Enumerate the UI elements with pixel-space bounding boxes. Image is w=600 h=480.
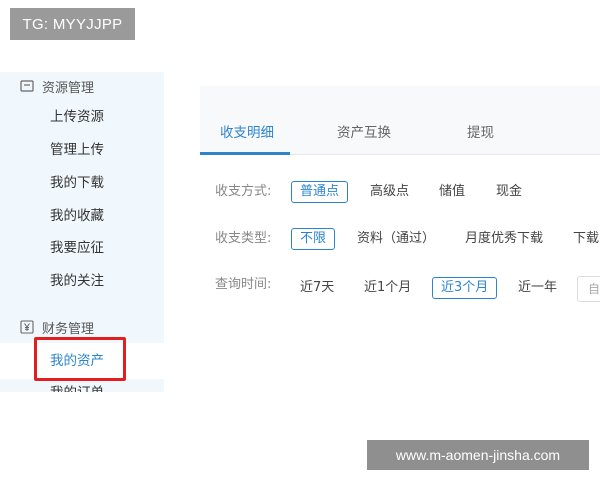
tab-asset-exchange[interactable]: 资产互换 [337, 123, 391, 143]
filter-time-1m[interactable]: 近1个月 [364, 277, 411, 299]
tab-bar: 收支明细 资产互换 提现 [200, 86, 600, 155]
tab-income-expense[interactable]: 收支明细 [220, 123, 274, 143]
filter-type-any[interactable]: 不限 [291, 228, 336, 250]
resource-icon [20, 79, 34, 93]
filter-mode-advanced[interactable]: 高级点 [370, 181, 409, 203]
filter-type-material[interactable]: 资料（通过） [357, 228, 435, 250]
tg-overlay-badge: TG: MYYJJPP [10, 8, 135, 40]
sidebar-item-manage-upload[interactable]: 管理上传 [50, 138, 104, 162]
filter-type-monthly[interactable]: 月度优秀下载 [465, 228, 543, 250]
sidebar-section-label: 财务管理 [42, 321, 95, 337]
filter-mode-normal[interactable]: 普通点 [291, 181, 349, 203]
main-content: 收支明细 资产互换 提现 收支方式: 普通点 高级点 储值 现金 收支类型: 不… [200, 86, 600, 356]
sidebar-section-resource[interactable]: 资源管理 [20, 74, 94, 98]
sidebar-item-favorites[interactable]: 我的收藏 [50, 204, 104, 228]
tab-withdraw[interactable]: 提现 [467, 123, 494, 143]
date-start-input[interactable]: 自 [577, 276, 600, 302]
filter-time-1y[interactable]: 近一年 [518, 277, 557, 299]
filter-mode-cash[interactable]: 现金 [496, 181, 522, 203]
filter-type-download[interactable]: 下载 [573, 228, 599, 250]
sidebar-item-downloads[interactable]: 我的下载 [50, 171, 104, 195]
watermark-url: www.m-aomen-jinsha.com [367, 440, 589, 470]
sidebar-item-following[interactable]: 我的关注 [50, 269, 104, 293]
sidebar-section-label: 资源管理 [42, 80, 95, 96]
yen-icon [20, 320, 34, 334]
filter-time-7d[interactable]: 近7天 [300, 277, 334, 299]
sidebar-item-my-assets[interactable]: 我的资产 [50, 349, 104, 373]
filter-time-3m[interactable]: 近3个月 [432, 277, 498, 299]
filter-label-mode: 收支方式: [215, 184, 272, 199]
sidebar-item-my-orders[interactable]: 我的订单 [50, 381, 104, 392]
active-tab-indicator [200, 152, 290, 155]
sidebar-item-apply[interactable]: 我要应征 [50, 236, 104, 260]
filter-label-time: 查询时间: [215, 277, 272, 292]
filter-label-type: 收支类型: [215, 231, 272, 246]
sidebar-section-finance[interactable]: 财务管理 [20, 315, 94, 339]
sidebar-item-upload[interactable]: 上传资源 [50, 105, 104, 129]
filter-mode-stored[interactable]: 储值 [439, 181, 465, 203]
sidebar: 资源管理 上传资源 管理上传 我的下载 我的收藏 我要应征 我的关注 财务管理 … [0, 72, 164, 392]
